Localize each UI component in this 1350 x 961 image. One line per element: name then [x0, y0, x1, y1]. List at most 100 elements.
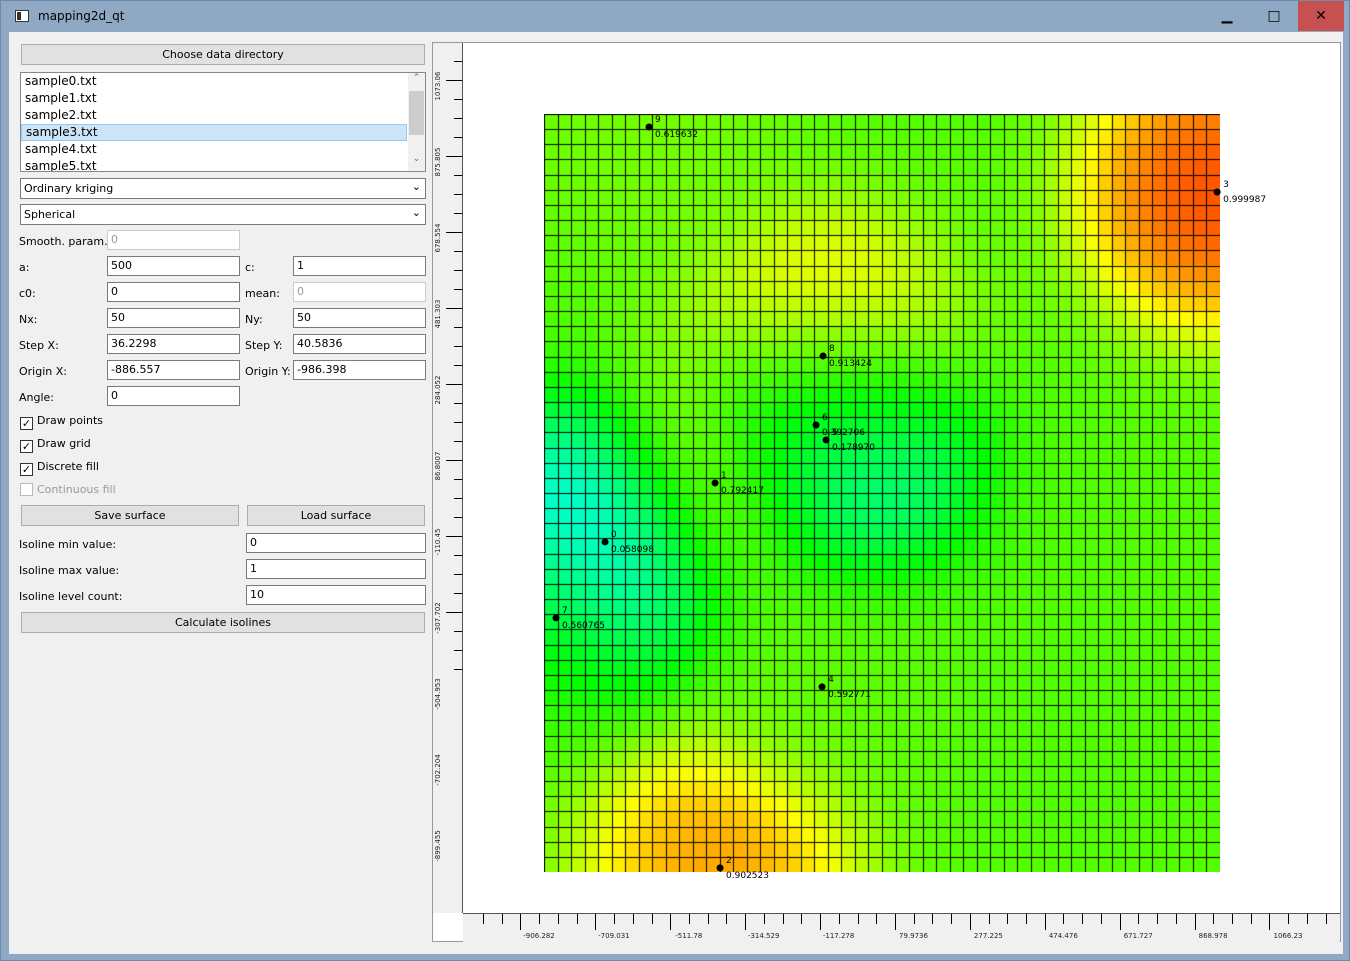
a-input[interactable]: 500: [107, 256, 240, 276]
data-point: [819, 352, 827, 360]
x-tick: [1213, 914, 1215, 924]
x-tick: [1044, 914, 1046, 930]
ny-label: Ny:: [245, 313, 263, 326]
stepx-input[interactable]: 36.2298: [107, 334, 240, 354]
file-item[interactable]: sample5.txt: [21, 158, 407, 171]
nx-input[interactable]: 50: [107, 308, 240, 328]
point-value-label: 0.999987: [1223, 195, 1266, 205]
x-axis: -906.282 -709.031 -511.78 -314.529 -117.278 7…: [463, 913, 1340, 942]
x-tick-label: 1066.23: [1273, 932, 1303, 940]
x-tick: [820, 914, 822, 930]
mean-input[interactable]: 0: [293, 282, 426, 302]
close-button[interactable]: ✕: [1298, 1, 1344, 31]
discrete-fill-label: Discrete fill: [37, 460, 99, 473]
angle-label: Angle:: [19, 391, 55, 404]
point-value-label: 0.178970: [832, 443, 875, 453]
data-point: [711, 479, 719, 487]
x-tick: [988, 914, 990, 924]
maximize-button[interactable]: □: [1251, 1, 1297, 31]
scroll-up-icon[interactable]: ⌃: [408, 73, 425, 90]
originx-label: Origin X:: [19, 365, 67, 378]
originx-input[interactable]: -886.557: [107, 360, 240, 380]
scroll-down-icon[interactable]: ⌄: [408, 154, 425, 171]
draw-points-checkbox[interactable]: ✓ Draw points: [20, 414, 103, 430]
checkmark-icon: ✓: [20, 417, 33, 430]
smooth-input[interactable]: 0: [107, 230, 240, 250]
x-tick: [1194, 914, 1196, 930]
x-tick: [876, 914, 878, 924]
method-select[interactable]: Ordinary kriging ⌄: [20, 178, 426, 199]
save-surface-button[interactable]: Save surface: [21, 505, 239, 526]
x-tick: [857, 914, 859, 924]
point-value-label: 0.392706: [822, 428, 865, 438]
file-item[interactable]: sample0.txt: [21, 73, 407, 90]
x-tick-label: -906.282: [523, 932, 555, 940]
c0-input[interactable]: 0: [107, 282, 240, 302]
file-list[interactable]: sample0.txt sample1.txt sample2.txt samp…: [20, 72, 426, 172]
points-layer: 0 0.058098 1 0.792417 2 0.902523 3 0.999987 4 0.5…: [552, 115, 1266, 881]
stepy-input[interactable]: 40.5836: [293, 334, 426, 354]
variogram-select[interactable]: Spherical ⌄: [20, 204, 426, 225]
originy-label: Origin Y:: [245, 365, 291, 378]
x-tick: [1026, 914, 1028, 924]
point-value-label: 0.792417: [721, 486, 764, 496]
x-tick: [801, 914, 803, 924]
draw-grid-checkbox[interactable]: ✓ Draw grid: [20, 437, 91, 453]
smooth-label: Smooth. param.:: [19, 235, 112, 248]
draw-grid-label: Draw grid: [37, 437, 91, 450]
data-point: [812, 421, 820, 429]
iso-count-label: Isoline level count:: [19, 590, 123, 603]
load-surface-button[interactable]: Load surface: [247, 505, 425, 526]
iso-count-input[interactable]: 10: [246, 585, 426, 605]
x-tick: [539, 914, 541, 924]
chevron-down-icon: ⌄: [411, 180, 421, 193]
x-tick-label: 868.978: [1198, 932, 1228, 940]
point-id-label: 4: [828, 675, 834, 685]
data-point: [552, 614, 560, 622]
continuous-fill-checkbox[interactable]: Continuous fill: [20, 483, 116, 496]
x-tick: [520, 914, 522, 930]
file-item[interactable]: sample2.txt: [21, 107, 407, 124]
iso-max-label: Isoline max value:: [19, 564, 120, 577]
method-value: Ordinary kriging: [24, 182, 114, 195]
choose-data-directory-button[interactable]: Choose data directory: [21, 44, 425, 65]
x-tick-label: 79.9736: [899, 932, 928, 940]
x-tick: [1288, 914, 1290, 924]
x-tick: [913, 914, 915, 924]
point-value-label: 0.619632: [655, 130, 698, 140]
point-id-label: 1: [721, 471, 727, 481]
file-item[interactable]: sample1.txt: [21, 90, 407, 107]
map-plot[interactable]: 1073.06 875.805 678.554 481.303 284.052 86.80…: [432, 42, 1341, 942]
data-point: [818, 683, 826, 691]
x-tick: [932, 914, 934, 924]
ny-input[interactable]: 50: [293, 308, 426, 328]
x-tick: [1306, 914, 1308, 924]
data-point: [601, 538, 609, 546]
list-scrollbar[interactable]: ⌃ ⌄: [408, 73, 425, 171]
calculate-isolines-button[interactable]: Calculate isolines: [21, 612, 425, 633]
iso-min-input[interactable]: 0: [246, 533, 426, 553]
x-tick: [969, 914, 971, 930]
x-tick-label: 474.476: [1048, 932, 1078, 940]
point-value-label: 0.902523: [726, 871, 769, 881]
originy-input[interactable]: -986.398: [293, 360, 426, 380]
x-tick: [951, 914, 953, 924]
c-input[interactable]: 1: [293, 256, 426, 276]
x-tick: [745, 914, 747, 930]
x-tick: [726, 914, 728, 924]
scroll-thumb[interactable]: [409, 91, 424, 135]
point-id-label: 0: [611, 530, 617, 540]
data-point: [1213, 188, 1221, 196]
discrete-fill-checkbox[interactable]: ✓ Discrete fill: [20, 460, 99, 476]
x-tick: [576, 914, 578, 924]
checkmark-icon: ✓: [20, 463, 33, 476]
iso-max-input[interactable]: 1: [246, 559, 426, 579]
file-item-selected[interactable]: sample3.txt: [21, 124, 407, 141]
point-value-label: 0.913424: [829, 359, 872, 369]
minimize-button[interactable]: ▁: [1204, 1, 1250, 31]
point-id-label: 2: [726, 856, 732, 866]
x-tick: [1269, 914, 1271, 930]
point-value-label: 0.592771: [828, 690, 871, 700]
file-item[interactable]: sample4.txt: [21, 141, 407, 158]
angle-input[interactable]: 0: [107, 386, 240, 406]
